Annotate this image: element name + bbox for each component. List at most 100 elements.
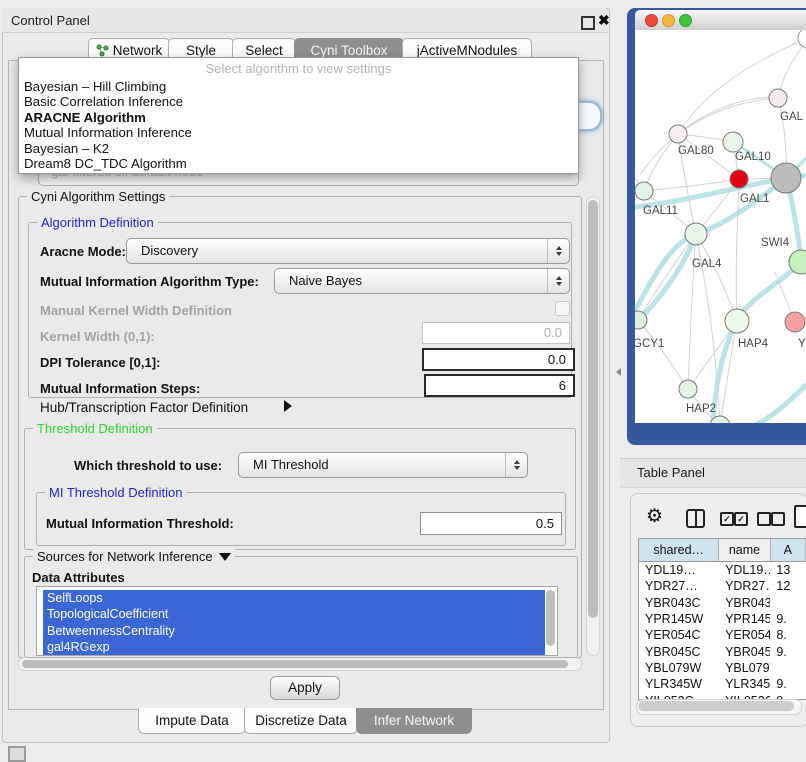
aracne-mode-value: Discovery: [141, 239, 198, 263]
close-traffic-light-icon[interactable]: [645, 14, 658, 27]
network-node-y[interactable]: [785, 312, 805, 332]
tab-jactivemnodules-label: jActiveMNodules: [417, 43, 518, 58]
table-cell: 9.: [770, 645, 806, 659]
table-row[interactable]: YPR145WYPR145W9.: [639, 611, 806, 627]
algorithm-option[interactable]: Basic Correlation Inference: [19, 94, 578, 109]
tab-style-label: Style: [186, 43, 216, 58]
gear-icon[interactable]: ⚙: [646, 505, 663, 528]
table-hscrollbar-thumb[interactable]: [638, 701, 794, 711]
close-icon[interactable]: ✖: [598, 12, 610, 29]
settings-vscrollbar[interactable]: [586, 196, 600, 656]
combo-arrows-icon: [547, 269, 569, 293]
select-all-checkbox-icon[interactable]: ✓: [720, 512, 734, 526]
network-node[interactable]: [798, 30, 806, 48]
table-cell: 8.: [770, 628, 806, 642]
data-attributes-list[interactable]: SelfLoopsTopologicalCoefficientBetweenne…: [36, 586, 558, 656]
table-row[interactable]: YLR345WYLR345W9.: [639, 676, 806, 692]
algorithm-option[interactable]: Bayesian – Hill Climbing: [19, 79, 578, 94]
table-row[interactable]: YBR043CYBR043C: [639, 595, 806, 611]
mi-threshold-field[interactable]: 0.5: [420, 512, 562, 535]
tab-impute-data[interactable]: Impute Data: [138, 708, 246, 734]
table-cell: YLR345W: [719, 677, 770, 691]
table-row[interactable]: YDL19…YDL19…13: [639, 562, 806, 578]
table-cell: YDL19…: [719, 563, 770, 577]
data-attributes-label: Data Attributes: [32, 570, 125, 585]
table-row[interactable]: YER054CYER054C8.: [639, 627, 806, 643]
table-body: YDL19…YDL19…13YDR27…YDR27…12YBR043CYBR04…: [639, 562, 806, 700]
tab-discretize-data[interactable]: Discretize Data: [244, 708, 358, 734]
algorithm-option[interactable]: Dream8 DC_TDC Algorithm: [19, 156, 578, 171]
aracne-mode-select[interactable]: Discovery: [126, 238, 570, 264]
attribute-list-item[interactable]: SelfLoops: [43, 590, 545, 606]
table-cell: 12: [770, 579, 806, 593]
settings-hscrollbar[interactable]: [18, 657, 582, 671]
manual-kernel-checkbox[interactable]: [555, 301, 570, 316]
dpi-tolerance-label: DPI Tolerance [0,1]:: [40, 355, 160, 370]
mi-type-label: Mutual Information Algorithm Type:: [40, 274, 259, 289]
node-label: HAP4: [738, 338, 769, 350]
deselect-checkbox-icon[interactable]: [757, 512, 771, 526]
network-canvas[interactable]: GALGAL80GAL10GAL1GAL11GAL4SWI4GCY1HAP4YH…: [635, 30, 806, 423]
network-node-gal10[interactable]: [723, 132, 743, 152]
network-node[interactable]: [771, 163, 801, 193]
settings-hscrollbar-thumb[interactable]: [22, 660, 568, 668]
tab-cyni-toolbox-label: Cyni Toolbox: [310, 43, 387, 58]
collapse-down-icon: [219, 553, 231, 561]
table-row[interactable]: YDR27…YDR27…12: [639, 578, 806, 594]
tab-discretize-data-label: Discretize Data: [255, 713, 347, 728]
attributes-scrollbar-thumb[interactable]: [546, 590, 555, 646]
tab-select-label: Select: [245, 43, 283, 58]
apply-button[interactable]: Apply: [270, 676, 340, 700]
table-cell: YLR345W: [639, 677, 719, 691]
sources-group-title[interactable]: Sources for Network Inference: [33, 549, 235, 564]
network-window-titlebar[interactable]: [635, 10, 806, 30]
column-header[interactable]: name: [719, 539, 770, 561]
expand-right-icon[interactable]: [284, 400, 292, 412]
network-icon: [96, 44, 109, 57]
table-cell: YDR27…: [719, 579, 770, 593]
table-cell: YBR043C: [639, 596, 719, 610]
split-view-icon[interactable]: [686, 509, 705, 528]
hub-definition-label[interactable]: Hub/Transcription Factor Definition: [40, 400, 248, 415]
algorithm-option[interactable]: Bayesian – K2: [19, 141, 578, 156]
dpi-tolerance-field[interactable]: 0.0: [422, 348, 575, 371]
algorithm-option[interactable]: Mutual Information Inference: [19, 125, 578, 140]
column-header[interactable]: A: [771, 539, 806, 561]
mi-steps-field[interactable]: 6: [424, 374, 575, 397]
network-node-gal80[interactable]: [669, 125, 687, 143]
algorithm-placeholder: Select algorithm to view settings: [19, 58, 578, 79]
which-threshold-value: MI Threshold: [253, 453, 329, 477]
network-node-gal4[interactable]: [685, 223, 707, 245]
select-all-checkbox-icon[interactable]: ✓: [734, 512, 748, 526]
table-cell: YBR043C: [719, 596, 770, 610]
threshold-definition-title: Threshold Definition: [33, 421, 157, 436]
attribute-list-item[interactable]: TopologicalCoefficient: [43, 606, 545, 622]
algorithm-option[interactable]: ARACNE Algorithm: [19, 110, 578, 125]
network-node-hap4[interactable]: [725, 309, 749, 333]
float-window-icon[interactable]: [581, 16, 595, 30]
mi-type-select[interactable]: Naive Bayes: [274, 268, 570, 294]
which-threshold-select[interactable]: MI Threshold: [238, 452, 528, 478]
network-node-gal[interactable]: [769, 89, 787, 107]
attribute-list-item[interactable]: BetweennessCentrality: [43, 623, 545, 639]
table-row[interactable]: YBR045CYBR045C9.: [639, 643, 806, 659]
kernel-width-label: Kernel Width (0,1):: [40, 329, 155, 344]
zoom-traffic-light-icon[interactable]: [679, 14, 692, 27]
table-row[interactable]: YBL079WYBL079W: [639, 660, 806, 676]
attribute-list-item[interactable]: gal4RGexp: [43, 639, 545, 655]
sources-title-text: Sources for Network Inference: [37, 549, 213, 564]
column-header[interactable]: shared…: [639, 539, 719, 561]
restore-panel-icon[interactable]: [8, 746, 26, 762]
node-table[interactable]: shared…nameA YDL19…YDL19…13YDR27…YDR27…1…: [638, 538, 806, 700]
split-divider-grip[interactable]: [616, 368, 621, 376]
settings-vscrollbar-thumb[interactable]: [588, 200, 598, 618]
export-table-icon[interactable]: [794, 505, 806, 528]
minimize-traffic-light-icon[interactable]: [662, 14, 675, 27]
kernel-width-field[interactable]: 0.0: [422, 322, 570, 344]
tab-infer-network[interactable]: Infer Network: [356, 708, 472, 734]
deselect-checkbox-icon[interactable]: [771, 512, 785, 526]
network-node-gal1[interactable]: [730, 170, 748, 188]
which-threshold-label: Which threshold to use:: [74, 458, 222, 473]
network-node-hap2[interactable]: [679, 380, 697, 398]
network-node-gal11[interactable]: [635, 182, 653, 200]
